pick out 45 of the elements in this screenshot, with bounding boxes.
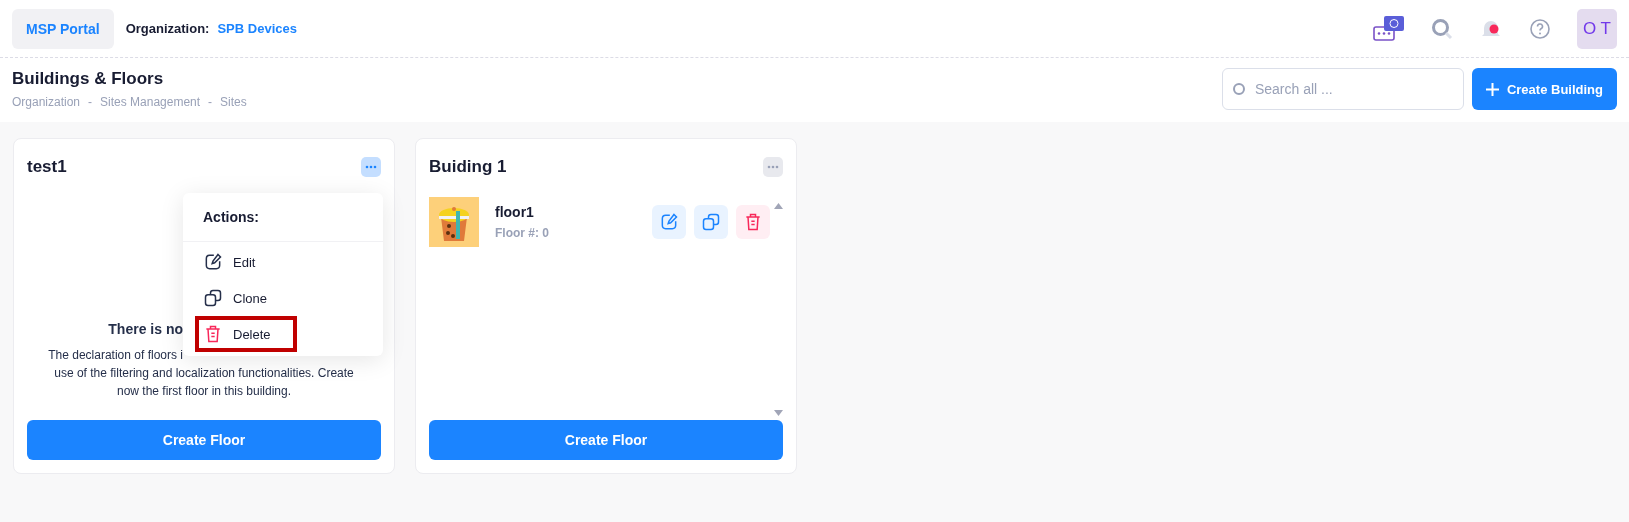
delete-button[interactable]: [736, 205, 770, 239]
scroll-up-icon: [774, 203, 783, 209]
organization-name[interactable]: SPB Devices: [217, 21, 297, 36]
menu-item[interactable]: Edit: [197, 246, 379, 278]
more-icon: [365, 165, 377, 169]
breadcrumb-link[interactable]: Sites Management: [100, 95, 201, 109]
breadcrumb-separator: -: [208, 95, 213, 109]
more-icon: [767, 165, 779, 169]
edit-button[interactable]: [652, 205, 686, 239]
chat-icon[interactable]: [1373, 14, 1405, 43]
search-field[interactable]: Search all ...: [1221, 68, 1464, 110]
edit-icon: [659, 212, 679, 232]
plus-icon: [1485, 82, 1499, 96]
create-floor-button[interactable]: Create Floor: [27, 420, 381, 460]
menu-item[interactable]: Clone: [197, 282, 379, 314]
breadcrumb-link[interactable]: Organization: [12, 95, 81, 109]
menu-title: Actions:: [183, 193, 383, 242]
copy-icon: [701, 212, 721, 232]
more-button[interactable]: [361, 157, 381, 177]
page-title: Buildings & Floors: [12, 69, 165, 89]
menu-item[interactable]: Delete: [197, 318, 295, 350]
scroll-down-icon: [774, 410, 783, 416]
search-icon[interactable]: [1431, 17, 1453, 40]
edit-icon: [203, 252, 223, 272]
floor-number: Floor #: 0: [495, 226, 550, 240]
trash-icon: [203, 324, 223, 344]
organization-label: Organization:: [125, 21, 210, 36]
copy-button[interactable]: [694, 205, 728, 239]
more-button[interactable]: [763, 157, 783, 177]
empty-description: The declaration of floors i: [47, 347, 183, 364]
user-avatar[interactable]: O T: [1577, 8, 1617, 49]
create-floor-button[interactable]: Create Floor: [429, 420, 783, 460]
empty-description: use of the filtering and localization functionalities. Create: [53, 365, 355, 382]
copy-icon: [203, 288, 223, 308]
portal-button[interactable]: MSP Portal: [12, 8, 114, 49]
breadcrumb-link[interactable]: Sites: [220, 95, 247, 109]
empty-title: There is no: [107, 320, 183, 338]
building-title: test1: [27, 157, 67, 177]
create-building-button[interactable]: Create Building: [1471, 68, 1617, 110]
empty-description: now the first floor in this building.: [115, 383, 293, 400]
trash-icon: [743, 212, 763, 232]
help-icon[interactable]: [1529, 17, 1551, 40]
floor-name: floor1: [495, 204, 535, 220]
building-title: Buiding 1: [429, 157, 507, 177]
breadcrumb-separator: -: [88, 95, 93, 109]
